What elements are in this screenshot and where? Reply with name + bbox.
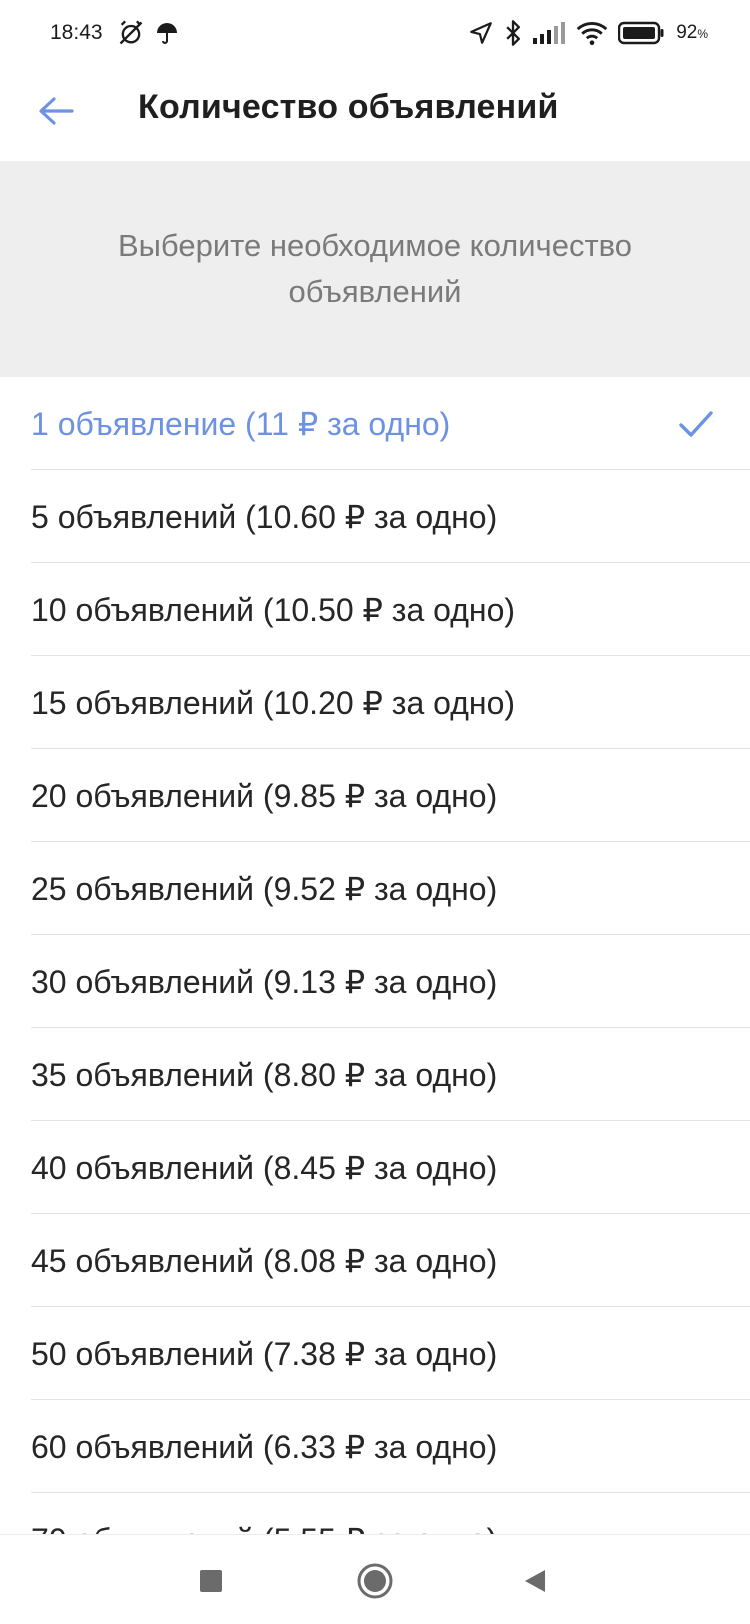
signal-icon [532,22,566,44]
wifi-icon [576,20,608,46]
option-label: 30 объявлений (9.13 ₽ за одно) [31,963,498,1000]
status-bar: 18:43 92% [0,0,750,66]
alarm-off-icon [117,19,145,47]
circle-icon [357,1563,393,1599]
option-item[interactable]: 35 объявлений (8.80 ₽ за одно) [0,1028,750,1121]
option-label: 15 объявлений (10.20 ₽ за одно) [31,684,516,721]
status-right: 92% [468,19,708,47]
option-item[interactable]: 60 объявлений (6.33 ₽ за одно) [0,1400,750,1493]
back-nav-button[interactable] [513,1559,557,1603]
screen: 18:43 92% Количество объявлений Выберите… [0,0,750,1624]
battery-percent-value: 92 [676,22,698,43]
bluetooth-icon [504,19,522,47]
option-item[interactable]: 1 объявление (11 ₽ за одно) [0,377,750,470]
option-item[interactable]: 25 объявлений (9.52 ₽ за одно) [0,842,750,935]
option-label: 50 объявлений (7.38 ₽ за одно) [31,1335,498,1372]
option-label: 25 объявлений (9.52 ₽ за одно) [31,870,498,907]
status-left: 18:43 [50,19,179,47]
arrow-left-icon [39,97,74,125]
option-label: 1 объявление (11 ₽ за одно) [31,405,451,442]
option-item[interactable]: 50 объявлений (7.38 ₽ за одно) [0,1307,750,1400]
option-label: 40 объявлений (8.45 ₽ за одно) [31,1149,498,1186]
option-item[interactable]: 40 объявлений (8.45 ₽ за одно) [0,1121,750,1214]
system-nav-bar [0,1534,750,1624]
back-button[interactable] [33,88,79,134]
check-icon [676,404,716,444]
battery-percent-unit: % [697,27,708,41]
home-button[interactable] [353,1559,397,1603]
recents-button[interactable] [189,1559,233,1603]
options-list: 1 объявление (11 ₽ за одно) 5 объявлений… [0,377,750,1586]
info-panel: Выберите необходимое количество объявлен… [0,161,750,377]
option-label: 45 объявлений (8.08 ₽ за одно) [31,1242,498,1279]
option-item[interactable]: 45 объявлений (8.08 ₽ за одно) [0,1214,750,1307]
option-label: 20 объявлений (9.85 ₽ за одно) [31,777,498,814]
umbrella-icon [155,20,179,46]
option-label: 60 объявлений (6.33 ₽ за одно) [31,1428,498,1465]
option-item[interactable]: 10 объявлений (10.50 ₽ за одно) [0,563,750,656]
option-item[interactable]: 20 объявлений (9.85 ₽ за одно) [0,749,750,842]
option-item[interactable]: 5 объявлений (10.60 ₽ за одно) [0,470,750,563]
battery-percent: 92% [676,22,708,44]
option-label: 5 объявлений (10.60 ₽ за одно) [31,498,498,535]
battery-icon [618,21,664,45]
info-text: Выберите необходимое количество объявлен… [117,228,633,309]
option-item[interactable]: 15 объявлений (10.20 ₽ за одно) [0,656,750,749]
status-time: 18:43 [50,21,103,44]
triangle-back-icon [525,1570,545,1592]
option-label: 35 объявлений (8.80 ₽ за одно) [31,1056,498,1093]
location-arrow-icon [468,20,494,46]
option-label: 10 объявлений (10.50 ₽ за одно) [31,591,516,628]
page-title: Количество объявлений [138,88,559,126]
square-icon [200,1570,222,1592]
app-bar: Количество объявлений [0,66,750,161]
option-item[interactable]: 30 объявлений (9.13 ₽ за одно) [0,935,750,1028]
